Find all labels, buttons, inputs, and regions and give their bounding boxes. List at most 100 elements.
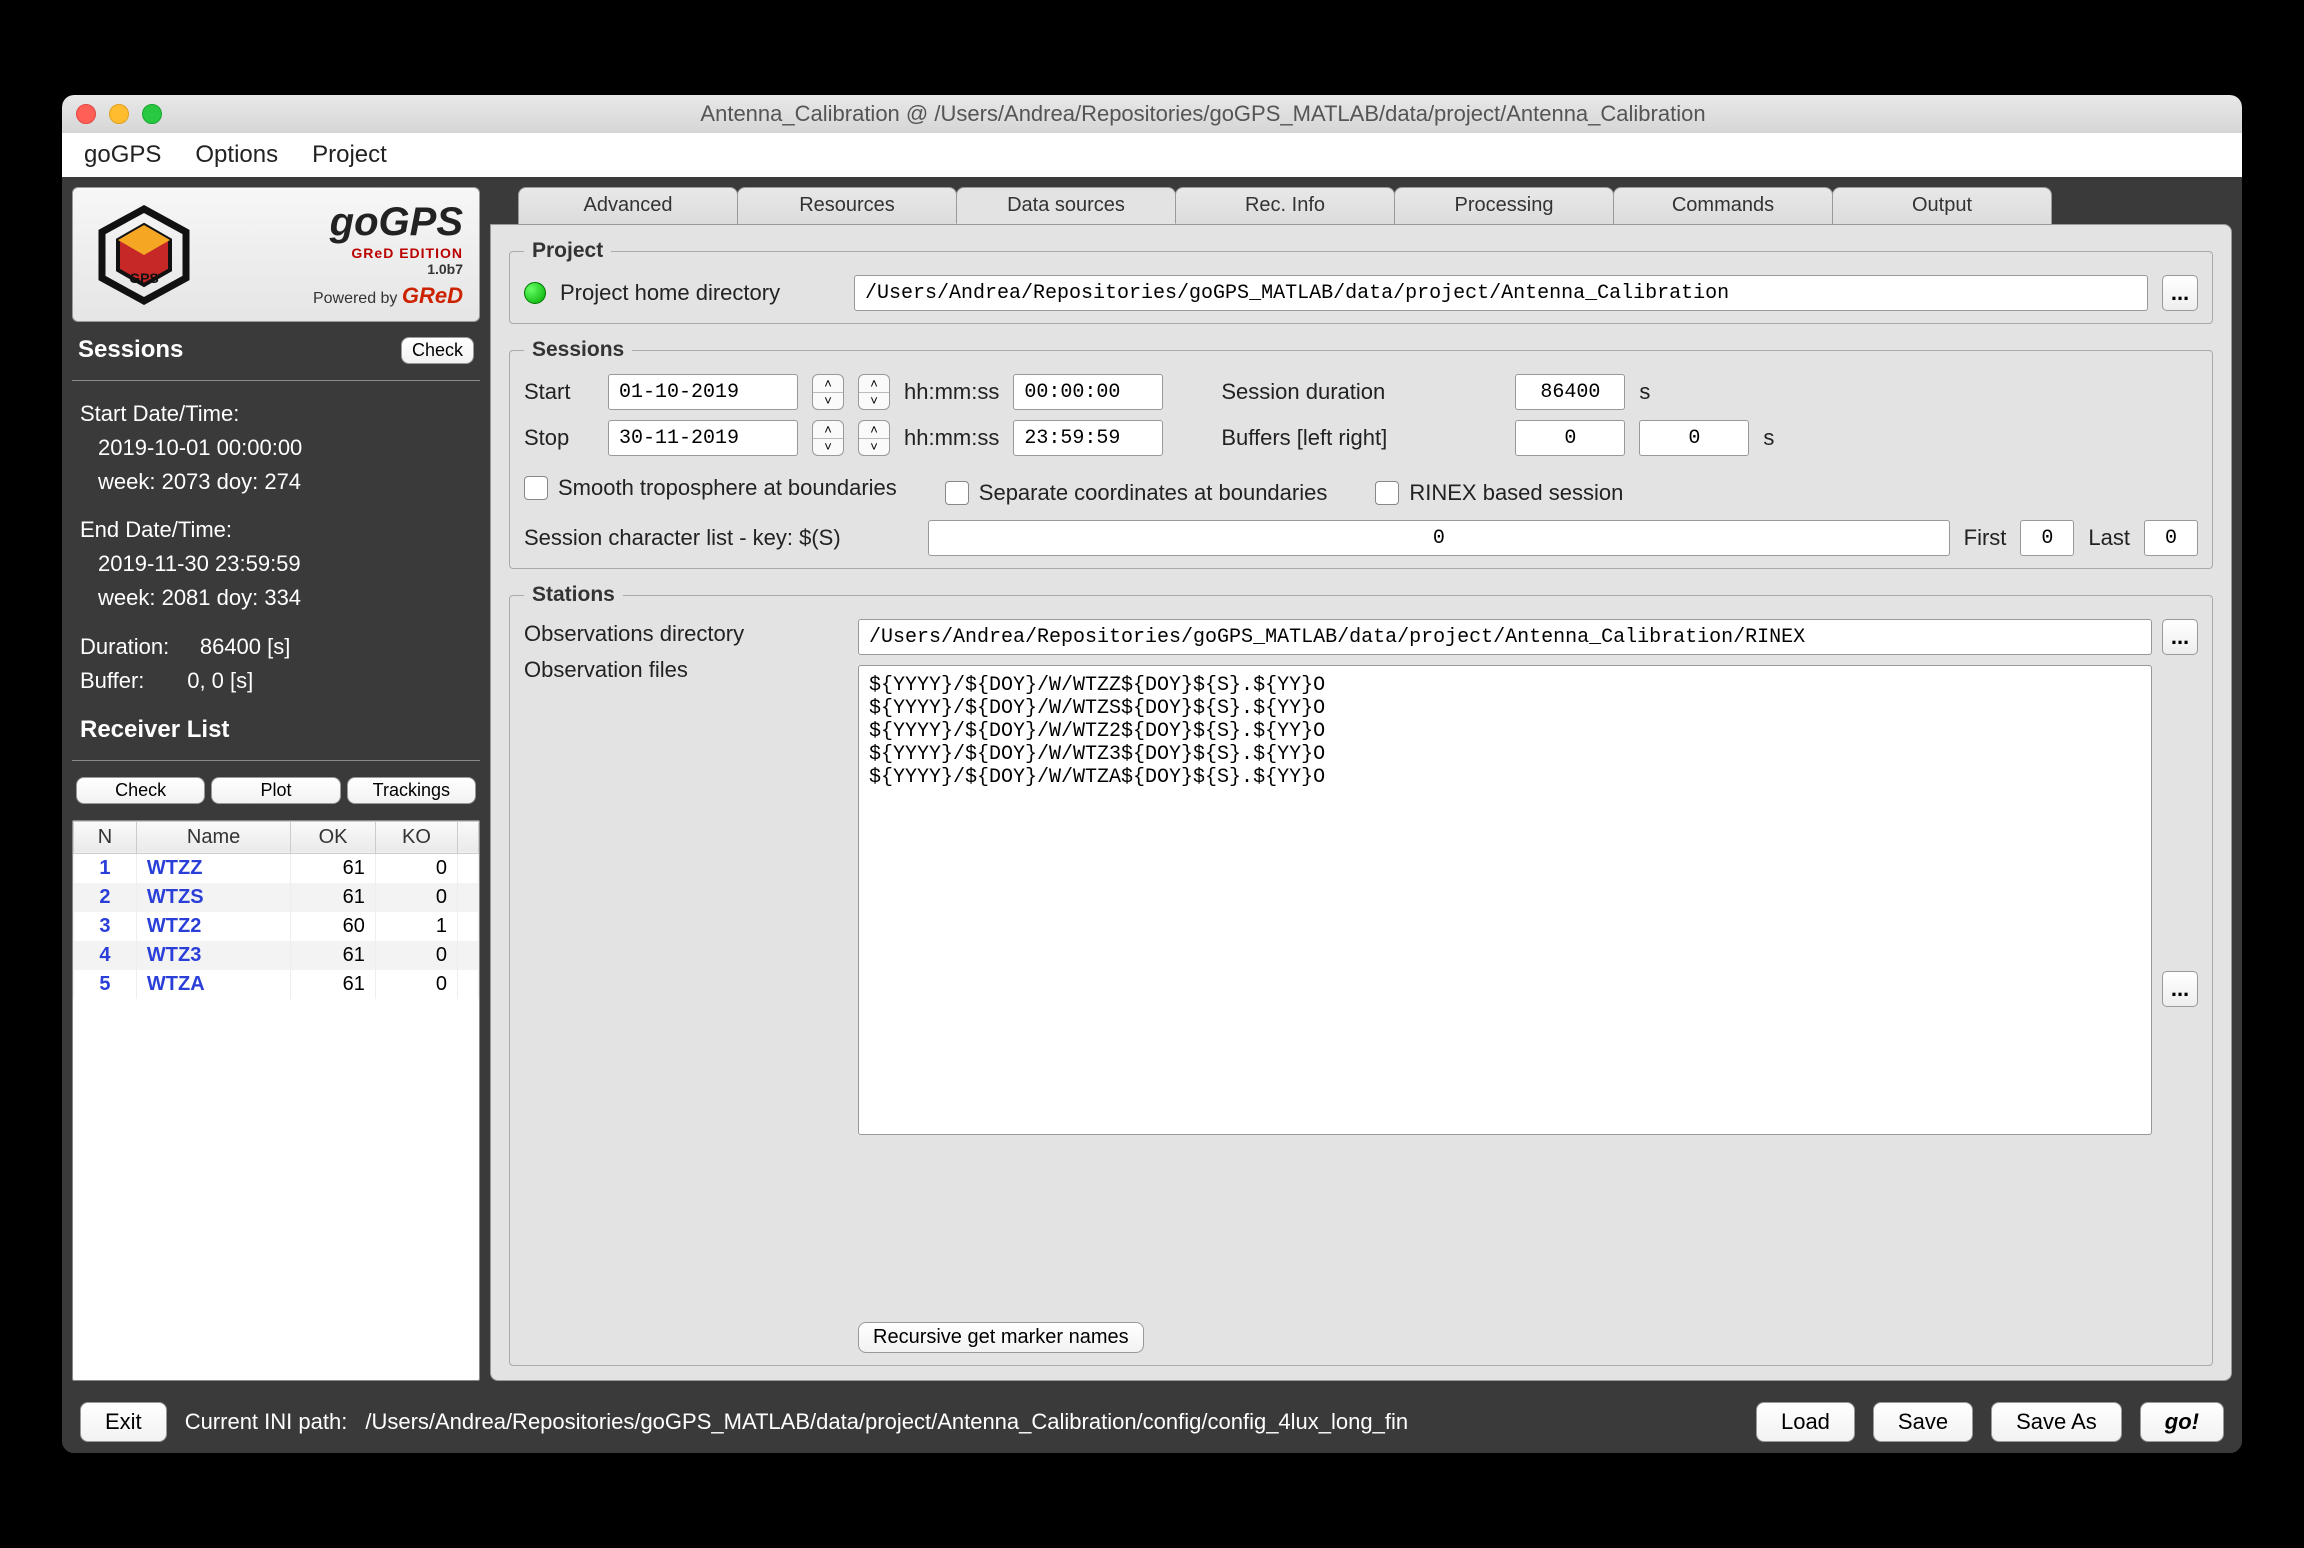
- tab-rec-info[interactable]: Rec. Info: [1175, 187, 1395, 224]
- buffers-label: Buffers [left right]: [1221, 425, 1501, 451]
- tab-commands[interactable]: Commands: [1613, 187, 1833, 224]
- col-ok[interactable]: OK: [291, 821, 376, 853]
- rinex-label: RINEX based session: [1409, 480, 1623, 506]
- svg-text:GPS: GPS: [129, 270, 159, 286]
- end-date-label: End Date/Time:: [80, 513, 472, 547]
- cell-n: 4: [74, 941, 137, 970]
- receiver-buttons: Check Plot Trackings: [72, 777, 480, 810]
- receiver-check-button[interactable]: Check: [76, 777, 205, 804]
- tab-data-sources[interactable]: Data sources: [956, 187, 1176, 224]
- hms-label-2: hh:mm:ss: [904, 425, 999, 451]
- cell-ko: 0: [375, 853, 457, 883]
- cell-n: 1: [74, 853, 137, 883]
- receiver-table[interactable]: N Name OK KO 1WTZZ6102WTZS6103WTZ26014WT…: [72, 820, 480, 1381]
- exit-button[interactable]: Exit: [80, 1402, 167, 1442]
- load-button[interactable]: Load: [1756, 1402, 1855, 1442]
- table-row[interactable]: 4WTZ3610: [74, 941, 479, 970]
- stop-time-input[interactable]: [1013, 420, 1163, 456]
- table-row[interactable]: 3WTZ2601: [74, 912, 479, 941]
- end-date-value: 2019-11-30 23:59:59: [80, 547, 472, 581]
- smooth-checkbox[interactable]: [524, 476, 548, 500]
- table-row[interactable]: 1WTZZ610: [74, 853, 479, 883]
- project-home-input[interactable]: [854, 275, 2148, 311]
- menu-gogps[interactable]: goGPS: [84, 141, 161, 169]
- obsdir-browse-button[interactable]: ...: [2162, 619, 2198, 655]
- separate-checkbox[interactable]: [945, 481, 969, 505]
- cell-n: 2: [74, 883, 137, 912]
- buffer-left-input[interactable]: [1515, 420, 1625, 456]
- stop-date-spinner[interactable]: ˄˅: [812, 420, 844, 456]
- col-ko[interactable]: KO: [375, 821, 457, 853]
- obsfiles-textarea[interactable]: ${YYYY}/${DOY}/W/WTZZ${DOY}${S}.${YY}O $…: [858, 665, 2152, 1135]
- sclist-label: Session character list - key: $(S): [524, 525, 914, 551]
- start-date-spinner-2[interactable]: ˄˅: [858, 374, 890, 410]
- start-time-input[interactable]: [1013, 374, 1163, 410]
- last-input[interactable]: [2144, 520, 2198, 556]
- obsdir-input[interactable]: [858, 619, 2152, 655]
- cell-name: WTZA: [136, 970, 290, 999]
- ini-path: /Users/Andrea/Repositories/goGPS_MATLAB/…: [365, 1409, 1738, 1435]
- recursive-markers-button[interactable]: Recursive get marker names: [858, 1322, 1144, 1353]
- stop-date-spinner-2[interactable]: ˄˅: [858, 420, 890, 456]
- start-date-input[interactable]: [608, 374, 798, 410]
- cell-ko: 0: [375, 970, 457, 999]
- receiver-plot-button[interactable]: Plot: [211, 777, 340, 804]
- stop-date-input[interactable]: [608, 420, 798, 456]
- go-button[interactable]: go!: [2140, 1402, 2224, 1442]
- logo-version: 1.0b7: [427, 261, 463, 277]
- cell-ok: 61: [291, 883, 376, 912]
- col-name[interactable]: Name: [136, 821, 290, 853]
- tab-resources[interactable]: Resources: [737, 187, 957, 224]
- zoom-icon[interactable]: [142, 104, 162, 124]
- menubar: goGPS Options Project: [62, 133, 2242, 177]
- logo-name: goGPS: [330, 200, 463, 245]
- cell-ok: 61: [291, 853, 376, 883]
- divider: [72, 380, 480, 381]
- stations-fieldset: Stations Observations directory Observat…: [509, 583, 2213, 1366]
- duration-input[interactable]: [1515, 374, 1625, 410]
- project-home-browse-button[interactable]: ...: [2162, 275, 2198, 311]
- data-sources-panel: Project Project home directory ... Sessi…: [490, 224, 2232, 1381]
- logo-text: goGPS GReD EDITION 1.0b7 Powered by GReD: [213, 200, 463, 309]
- titlebar: Antenna_Calibration @ /Users/Andrea/Repo…: [62, 95, 2242, 133]
- sclist-input[interactable]: [928, 520, 1950, 556]
- duration-row: Duration: 86400 [s]: [80, 630, 472, 664]
- cell-ko: 0: [375, 941, 457, 970]
- project-home-label: Project home directory: [560, 280, 840, 306]
- minimize-icon[interactable]: [109, 104, 129, 124]
- divider: [72, 760, 480, 761]
- save-as-button[interactable]: Save As: [1991, 1402, 2122, 1442]
- receiver-trackings-button[interactable]: Trackings: [347, 777, 476, 804]
- start-date-spinner[interactable]: ˄˅: [812, 374, 844, 410]
- duration-label: Session duration: [1221, 379, 1501, 405]
- menu-options[interactable]: Options: [195, 141, 278, 169]
- session-info: Start Date/Time: 2019-10-01 00:00:00 wee…: [72, 397, 480, 698]
- buffer-right-input[interactable]: [1639, 420, 1749, 456]
- main-window: Antenna_Calibration @ /Users/Andrea/Repo…: [62, 95, 2242, 1453]
- buffer-row: Buffer: 0, 0 [s]: [80, 664, 472, 698]
- obsfiles-browse-button[interactable]: ...: [2162, 971, 2198, 1007]
- table-row[interactable]: 5WTZA610: [74, 970, 479, 999]
- menu-project[interactable]: Project: [312, 141, 387, 169]
- hms-label: hh:mm:ss: [904, 379, 999, 405]
- col-n[interactable]: N: [74, 821, 137, 853]
- close-icon[interactable]: [76, 104, 96, 124]
- rinex-checkbox[interactable]: [1375, 481, 1399, 505]
- receiver-list-header: Receiver List: [72, 708, 480, 748]
- duration-unit: s: [1639, 379, 1650, 405]
- logo-icon: GPS: [89, 205, 199, 305]
- start-date-label: Start Date/Time:: [80, 397, 472, 431]
- save-button[interactable]: Save: [1873, 1402, 1973, 1442]
- cell-name: WTZZ: [136, 853, 290, 883]
- project-fieldset: Project Project home directory ...: [509, 239, 2213, 324]
- sessions-fieldset: Sessions Start ˄˅ ˄˅ hh:mm:ss Session du…: [509, 338, 2213, 569]
- sessions-check-button[interactable]: Check: [401, 337, 474, 364]
- first-input[interactable]: [2020, 520, 2074, 556]
- cell-n: 3: [74, 912, 137, 941]
- cell-ok: 60: [291, 912, 376, 941]
- tab-output[interactable]: Output: [1832, 187, 2052, 224]
- tab-processing[interactable]: Processing: [1394, 187, 1614, 224]
- cell-name: WTZS: [136, 883, 290, 912]
- tab-advanced[interactable]: Advanced: [518, 187, 738, 224]
- table-row[interactable]: 2WTZS610: [74, 883, 479, 912]
